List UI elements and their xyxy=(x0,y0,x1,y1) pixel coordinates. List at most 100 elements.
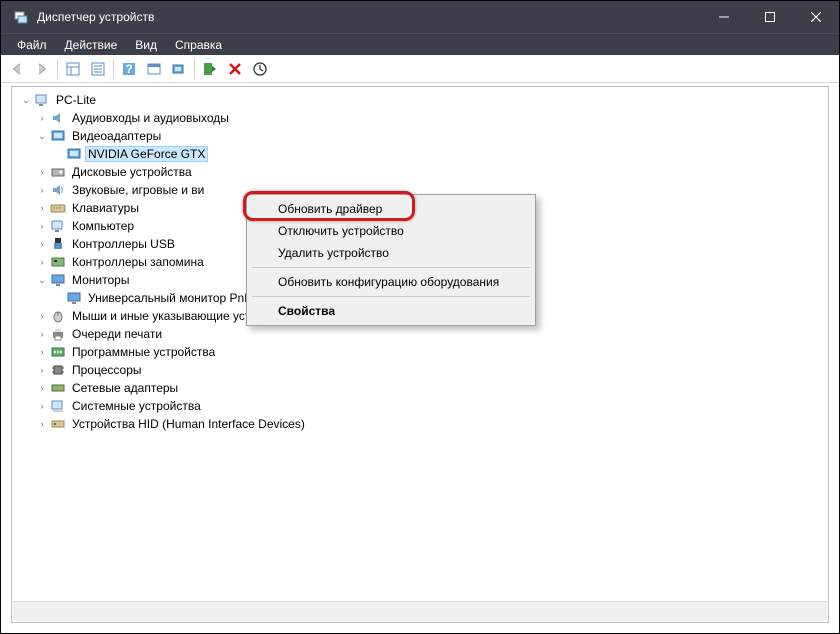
scan-hardware-button[interactable] xyxy=(167,57,191,81)
expander-icon[interactable]: › xyxy=(36,346,48,358)
tree-label: Программные устройства xyxy=(69,344,218,360)
tree-label: Устройства HID (Human Interface Devices) xyxy=(69,416,308,432)
tree-label: Звуковые, игровые и ви xyxy=(69,182,207,198)
window-title: Диспетчер устройств xyxy=(37,10,701,24)
expander-icon[interactable]: › xyxy=(36,364,48,376)
tree-node-software[interactable]: › Программные устройства xyxy=(16,343,828,361)
computer-icon xyxy=(50,218,66,234)
toolbar: ? xyxy=(1,55,839,83)
software-device-icon xyxy=(50,344,66,360)
toolbar-separator xyxy=(57,59,58,79)
tree-label: PC-Lite xyxy=(53,92,99,108)
expander-icon[interactable]: › xyxy=(36,310,48,322)
tree-label: Системные устройства xyxy=(69,398,204,414)
display-adapter-icon xyxy=(66,146,82,162)
tree-node-disk[interactable]: › Дисковые устройства xyxy=(16,163,828,181)
forward-button[interactable] xyxy=(30,57,54,81)
system-device-icon xyxy=(50,398,66,414)
tree-label: Сетевые адаптеры xyxy=(69,380,181,396)
tree-node-network[interactable]: › Сетевые адаптеры xyxy=(16,379,828,397)
expander-icon[interactable]: › xyxy=(36,256,48,268)
tree-label: Очереди печати xyxy=(69,326,165,342)
tree-node-gpu[interactable]: NVIDIA GeForce GTX xyxy=(16,145,828,163)
menu-file[interactable]: Файл xyxy=(9,36,55,54)
menubar: Файл Действие Вид Справка xyxy=(1,33,839,55)
menu-action[interactable]: Действие xyxy=(57,36,126,54)
properties-button[interactable] xyxy=(86,57,110,81)
context-item-scan-hardware[interactable]: Обновить конфигурацию оборудования xyxy=(250,271,532,293)
tree-label: Видеоадаптеры xyxy=(69,128,164,144)
expander-icon[interactable]: › xyxy=(36,382,48,394)
maximize-button[interactable] xyxy=(747,1,793,33)
expander-icon[interactable]: › xyxy=(36,328,48,340)
enable-device-button[interactable] xyxy=(198,57,222,81)
computer-icon xyxy=(34,92,50,108)
toolbar-separator xyxy=(113,59,114,79)
expander-icon[interactable]: › xyxy=(36,220,48,232)
expander-icon[interactable]: › xyxy=(36,184,48,196)
app-icon xyxy=(13,9,29,25)
svg-text:?: ? xyxy=(125,62,132,76)
expander-icon[interactable]: › xyxy=(36,202,48,214)
tree-node-print[interactable]: › Очереди печати xyxy=(16,325,828,343)
action-button[interactable] xyxy=(142,57,166,81)
monitor-icon xyxy=(50,272,66,288)
context-separator xyxy=(252,296,530,297)
uninstall-device-button[interactable] xyxy=(223,57,247,81)
menu-help[interactable]: Справка xyxy=(167,36,230,54)
hid-icon xyxy=(50,416,66,432)
expander-icon[interactable]: ⌄ xyxy=(20,94,32,106)
cpu-icon xyxy=(50,362,66,378)
tree-label: Дисковые устройства xyxy=(69,164,195,180)
context-item-update-driver[interactable]: Обновить драйвер xyxy=(250,198,532,220)
expander-icon[interactable]: › xyxy=(36,418,48,430)
expander-icon[interactable]: › xyxy=(36,238,48,250)
context-item-properties[interactable]: Свойства xyxy=(250,300,532,322)
tree-root[interactable]: ⌄ PC-Lite xyxy=(16,91,828,109)
help-button[interactable]: ? xyxy=(117,57,141,81)
network-icon xyxy=(50,380,66,396)
storage-controller-icon xyxy=(50,254,66,270)
show-hide-tree-button[interactable] xyxy=(61,57,85,81)
monitor-icon xyxy=(66,290,82,306)
back-button[interactable] xyxy=(5,57,29,81)
sound-icon xyxy=(50,182,66,198)
context-item-disable-device[interactable]: Отключить устройство xyxy=(250,220,532,242)
mouse-icon xyxy=(50,308,66,324)
device-tree-panel: ⌄ PC-Lite › Аудиовходы и аудиовыходы ⌄ В… xyxy=(11,86,829,623)
tree-node-cpu[interactable]: › Процессоры xyxy=(16,361,828,379)
tree-label-selected: NVIDIA GeForce GTX xyxy=(85,146,208,162)
expander-icon[interactable]: ⌄ xyxy=(36,130,48,142)
context-separator xyxy=(252,267,530,268)
tree-label: Контроллеры запомина xyxy=(69,254,207,270)
display-adapter-icon xyxy=(50,128,66,144)
tree-node-audio[interactable]: › Аудиовходы и аудиовыходы xyxy=(16,109,828,127)
tree-node-hid[interactable]: › Устройства HID (Human Interface Device… xyxy=(16,415,828,433)
toolbar-separator xyxy=(194,59,195,79)
tree-label: Процессоры xyxy=(69,362,145,378)
context-item-uninstall-device[interactable]: Удалить устройство xyxy=(250,242,532,264)
tree-label: Компьютер xyxy=(69,218,137,234)
usb-icon xyxy=(50,236,66,252)
audio-icon xyxy=(50,110,66,126)
titlebar: Диспетчер устройств xyxy=(1,1,839,33)
menu-view[interactable]: Вид xyxy=(127,36,165,54)
expander-icon[interactable]: › xyxy=(36,112,48,124)
close-button[interactable] xyxy=(793,1,839,33)
tree-label: Клавиатуры xyxy=(69,200,142,216)
context-menu: Обновить драйвер Отключить устройство Уд… xyxy=(246,194,536,326)
disk-icon xyxy=(50,164,66,180)
update-driver-button[interactable] xyxy=(248,57,272,81)
keyboard-icon xyxy=(50,200,66,216)
tree-label: Мониторы xyxy=(69,272,132,288)
tree-node-video[interactable]: ⌄ Видеоадаптеры xyxy=(16,127,828,145)
expander-icon[interactable]: ⌄ xyxy=(36,274,48,286)
tree-label: Аудиовходы и аудиовыходы xyxy=(69,110,232,126)
expander-icon[interactable]: › xyxy=(36,400,48,412)
tree-label: Контроллеры USB xyxy=(69,236,178,252)
window-controls xyxy=(701,1,839,33)
expander-icon[interactable]: › xyxy=(36,166,48,178)
tree-node-system[interactable]: › Системные устройства xyxy=(16,397,828,415)
tree-label: Универсальный монитор PnP xyxy=(85,290,255,306)
minimize-button[interactable] xyxy=(701,1,747,33)
